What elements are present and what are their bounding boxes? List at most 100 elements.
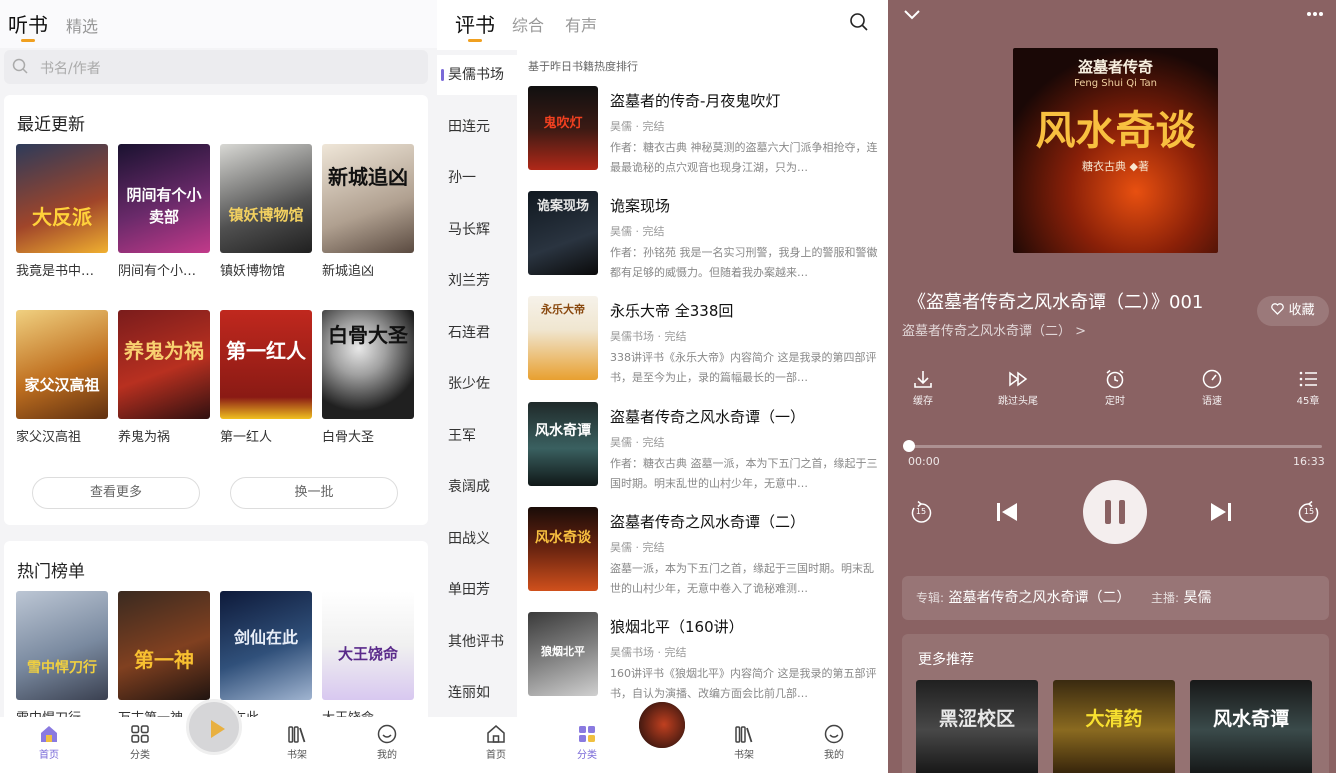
next-button[interactable] xyxy=(1208,500,1234,528)
book-cover: 白骨大圣 xyxy=(322,310,414,419)
tab-profile[interactable]: 我的 xyxy=(362,723,412,761)
sidebar-item[interactable]: 其他评书 xyxy=(437,622,517,662)
active-indicator xyxy=(441,69,444,81)
sidebar-item-label: 马长辉 xyxy=(448,222,490,238)
download-button[interactable]: 缓存 xyxy=(893,368,953,407)
chevron-down-icon[interactable] xyxy=(902,8,922,22)
list-item[interactable]: 诡案现场 诡案现场 昊儒 · 完结 作者：孙铭苑 我是一名实习刑警，我身上的警服… xyxy=(528,191,884,291)
download-icon xyxy=(914,371,932,388)
book-title: 我竟是书中… xyxy=(16,264,95,279)
sidebar-item[interactable]: 马长辉 xyxy=(437,210,517,250)
tab-general[interactable]: 综合 xyxy=(512,12,544,36)
tab-bookshelf[interactable]: 书架 xyxy=(272,723,322,761)
cover-text: 永乐大帝 xyxy=(541,303,585,316)
item-meta: 昊儒 · 完结 xyxy=(610,541,665,554)
sidebar-item-label: 田连元 xyxy=(448,119,490,135)
tab-category[interactable]: 分类 xyxy=(115,723,165,761)
host-value: 昊儒 xyxy=(1183,590,1212,606)
tab-storytelling[interactable]: 评书 xyxy=(455,9,495,42)
sidebar-item[interactable]: 昊儒书场 xyxy=(437,55,517,95)
recommend-item[interactable]: 风水奇谭 xyxy=(1190,680,1312,773)
tab-label: 分类 xyxy=(130,750,150,761)
cover-top-text: 盗墓者传奇 xyxy=(1077,58,1153,76)
tab-label: 我的 xyxy=(824,750,844,761)
list-item[interactable]: 风水奇谭 盗墓者传奇之风水奇谭（一） 昊儒 · 完结 作者：糖衣古典 盗墓一派，… xyxy=(528,402,884,502)
pause-icon xyxy=(1105,500,1111,524)
progress-handle[interactable] xyxy=(903,440,915,452)
book-cover: 家父汉高祖 xyxy=(16,310,108,419)
search-icon xyxy=(12,58,28,74)
refresh-batch-button[interactable]: 换一批 xyxy=(230,477,398,509)
sidebar-item-label: 张少佐 xyxy=(448,376,490,392)
tab-audio[interactable]: 有声 xyxy=(565,12,597,36)
sidebar-item[interactable]: 刘兰芳 xyxy=(437,261,517,301)
forward-15-button[interactable]: 15 xyxy=(1296,500,1322,526)
more-icon[interactable] xyxy=(1306,10,1324,18)
cover-text: 狼烟北平 xyxy=(541,645,585,658)
item-desc: 338讲评书《永乐大帝》内容简介 这是我录的第四部评书，是至今为止，录的篇幅最长… xyxy=(610,351,877,384)
panel-storytelling: 评书 综合 有声 昊儒书场 田连元 孙一 马长辉 刘兰芳 石连君 张少佐 王军 … xyxy=(437,0,888,773)
sidebar-item[interactable]: 孙一 xyxy=(437,158,517,198)
album-link[interactable]: 盗墓者传奇之风水奇谭（二） > xyxy=(902,320,1086,339)
progress-track[interactable] xyxy=(908,445,1322,448)
grid-icon xyxy=(131,725,149,743)
cover-text: 大清药 xyxy=(1085,708,1143,730)
cover-title: 风水奇谈 xyxy=(1035,108,1196,154)
tab-category[interactable]: 分类 xyxy=(562,723,612,761)
book-cover: 大反派 xyxy=(16,144,108,253)
list-item[interactable]: 鬼吹灯 盗墓者的传奇-月夜鬼吹灯 昊儒 · 完结 作者：糖衣古典 神秘莫测的盗墓… xyxy=(528,86,884,186)
skip-intro-button[interactable]: 跳过头尾 xyxy=(988,368,1048,407)
sidebar-item[interactable]: 田连元 xyxy=(437,107,517,147)
tab-listen[interactable]: 听书 xyxy=(8,9,48,42)
rewind-label: 15 xyxy=(915,507,927,516)
album-info-bar[interactable]: 专辑: 盗墓者传奇之风水奇谭（二） 主播: 昊儒 xyxy=(902,576,1329,620)
sidebar-item[interactable]: 连丽如 xyxy=(437,673,517,713)
tab-listen-label: 听书 xyxy=(8,13,48,37)
item-title: 盗墓者传奇之风水奇谭（一） xyxy=(610,408,806,426)
sidebar-item[interactable]: 田战义 xyxy=(437,519,517,559)
sidebar-item[interactable]: 王军 xyxy=(437,416,517,456)
favorite-button[interactable]: 收藏 xyxy=(1257,296,1329,326)
sidebar-item-label: 昊儒书场 xyxy=(448,67,504,83)
recent-updates-card: 最近更新 大反派 我竟是书中… 阴间有个小卖部 阴间有个小… 镇妖博物馆 镇妖博… xyxy=(4,95,428,525)
pause-button[interactable] xyxy=(1083,480,1147,544)
book-cover: 狼烟北平 xyxy=(528,612,598,696)
timer-button[interactable]: 定时 xyxy=(1085,368,1145,407)
list-item[interactable]: 永乐大帝 永乐大帝 全338回 昊儒书场 · 完结 338讲评书《永乐大帝》内容… xyxy=(528,296,884,396)
mini-player-button[interactable] xyxy=(186,699,242,755)
search-input[interactable]: 书名/作者 xyxy=(4,50,428,84)
tab-profile[interactable]: 我的 xyxy=(809,723,859,761)
sidebar-item[interactable]: 石连君 xyxy=(437,313,517,353)
book-title: 养鬼为祸 xyxy=(118,430,171,445)
cover-text: 鬼吹灯 xyxy=(543,116,583,131)
host-key: 主播: xyxy=(1150,591,1179,605)
sidebar-item[interactable]: 张少佐 xyxy=(437,364,517,404)
item-title: 盗墓者传奇之风水奇谭（二） xyxy=(610,513,806,531)
control-label: 定时 xyxy=(1105,396,1125,407)
home-icon xyxy=(487,725,505,743)
cover-text: 新城追凶 xyxy=(328,165,408,189)
cover-text: 风水奇谭 xyxy=(535,423,591,439)
rewind-15-button[interactable]: 15 xyxy=(908,500,934,526)
gauge-icon xyxy=(1202,369,1222,389)
list-item[interactable]: 狼烟北平 狼烟北平（160讲） 昊儒书场 · 完结 160讲评书《狼烟北平》内容… xyxy=(528,612,884,712)
mini-player-button[interactable] xyxy=(637,700,687,750)
sidebar-item-label: 石连君 xyxy=(448,325,490,341)
chapter-list-button[interactable]: 45章 xyxy=(1278,368,1336,407)
item-title: 永乐大帝 全338回 xyxy=(610,302,734,320)
speed-button[interactable]: 语速 xyxy=(1182,368,1242,407)
recommend-item[interactable]: 黑涩校区 xyxy=(916,680,1038,773)
sidebar-item[interactable]: 袁阔成 xyxy=(437,467,517,507)
recommend-item[interactable]: 大清药 xyxy=(1053,680,1175,773)
tab-featured[interactable]: 精选 xyxy=(66,13,98,37)
heart-icon xyxy=(1271,303,1285,315)
sidebar-item[interactable]: 单田芳 xyxy=(437,570,517,610)
list-item[interactable]: 风水奇谈 盗墓者传奇之风水奇谭（二） 昊儒 · 完结 盗墓一派，本为下五门之首，… xyxy=(528,507,884,607)
tab-home[interactable]: 首页 xyxy=(471,723,521,761)
tab-bookshelf[interactable]: 书架 xyxy=(719,723,769,761)
previous-button[interactable] xyxy=(994,500,1020,528)
skip-previous-icon xyxy=(997,503,1017,521)
tab-home[interactable]: 首页 xyxy=(24,723,74,761)
search-icon[interactable] xyxy=(849,12,869,32)
view-more-button[interactable]: 查看更多 xyxy=(32,477,200,509)
